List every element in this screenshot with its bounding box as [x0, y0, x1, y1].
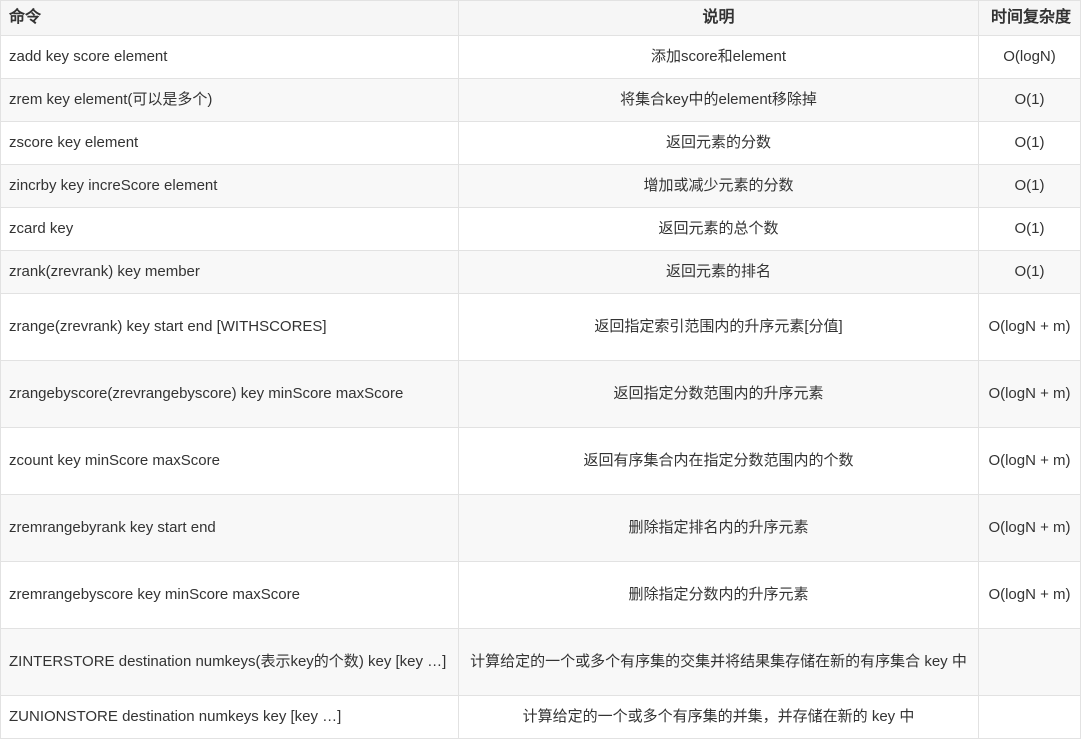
cell-description: 计算给定的一个或多个有序集的交集并将结果集存储在新的有序集合 key 中 — [458, 628, 979, 696]
cell-description: 返回元素的分数 — [458, 121, 979, 165]
table-row: ZINTERSTORE destination numkeys(表示key的个数… — [0, 628, 1081, 696]
cell-complexity: O(1) — [978, 121, 1081, 165]
header-command: 命令 — [0, 0, 459, 36]
table-row: zcard key 返回元素的总个数 O(1) — [0, 207, 1081, 251]
table-row: ZUNIONSTORE destination numkeys key [key… — [0, 695, 1081, 739]
cell-command: ZUNIONSTORE destination numkeys key [key… — [0, 695, 459, 739]
cell-command: zremrangebyrank key start end — [0, 494, 459, 562]
cell-complexity: O(logN + m) — [978, 561, 1081, 629]
cell-command: zrange(zrevrank) key start end [WITHSCOR… — [0, 293, 459, 361]
table-row: zrange(zrevrank) key start end [WITHSCOR… — [0, 293, 1081, 361]
table-row: zremrangebyrank key start end 删除指定排名内的升序… — [0, 494, 1081, 562]
header-complexity: 时间复杂度 — [978, 0, 1081, 36]
table-row: zrem key element(可以是多个) 将集合key中的element移… — [0, 78, 1081, 122]
cell-command: zrem key element(可以是多个) — [0, 78, 459, 122]
table-row: zincrby key increScore element 增加或减少元素的分… — [0, 164, 1081, 208]
table-row: zrank(zrevrank) key member 返回元素的排名 O(1) — [0, 250, 1081, 294]
cell-command: zadd key score element — [0, 35, 459, 79]
table-row: zrangebyscore(zrevrangebyscore) key minS… — [0, 360, 1081, 428]
cell-complexity: O(1) — [978, 250, 1081, 294]
table-row: zadd key score element 添加score和element O… — [0, 35, 1081, 79]
cell-description: 删除指定排名内的升序元素 — [458, 494, 979, 562]
table-row: zcount key minScore maxScore 返回有序集合内在指定分… — [0, 427, 1081, 495]
cell-command: zscore key element — [0, 121, 459, 165]
cell-command: zrank(zrevrank) key member — [0, 250, 459, 294]
cell-complexity: O(logN) — [978, 35, 1081, 79]
cell-complexity: O(1) — [978, 207, 1081, 251]
cell-command: zcard key — [0, 207, 459, 251]
cell-complexity: O(logN + m) — [978, 360, 1081, 428]
cell-complexity: O(logN + m) — [978, 494, 1081, 562]
cell-description: 增加或减少元素的分数 — [458, 164, 979, 208]
cell-command: zrangebyscore(zrevrangebyscore) key minS… — [0, 360, 459, 428]
cell-complexity: O(logN + m) — [978, 427, 1081, 495]
table-row: zscore key element 返回元素的分数 O(1) — [0, 121, 1081, 165]
cell-command: zincrby key increScore element — [0, 164, 459, 208]
cell-description: 返回指定分数范围内的升序元素 — [458, 360, 979, 428]
table-header-row: 命令 说明 时间复杂度 — [0, 0, 1081, 36]
cell-complexity: O(1) — [978, 78, 1081, 122]
cell-description: 删除指定分数内的升序元素 — [458, 561, 979, 629]
cell-description: 添加score和element — [458, 35, 979, 79]
cell-command: zremrangebyscore key minScore maxScore — [0, 561, 459, 629]
cell-complexity: O(logN + m) — [978, 293, 1081, 361]
cell-command: zcount key minScore maxScore — [0, 427, 459, 495]
cell-description: 将集合key中的element移除掉 — [458, 78, 979, 122]
cell-complexity — [978, 695, 1081, 739]
cell-description: 返回指定索引范围内的升序元素[分值] — [458, 293, 979, 361]
table-row: zremrangebyscore key minScore maxScore 删… — [0, 561, 1081, 629]
cell-description: 返回元素的总个数 — [458, 207, 979, 251]
cell-description: 返回元素的排名 — [458, 250, 979, 294]
header-description: 说明 — [458, 0, 979, 36]
cell-complexity — [978, 628, 1081, 696]
cell-complexity: O(1) — [978, 164, 1081, 208]
cell-description: 返回有序集合内在指定分数范围内的个数 — [458, 427, 979, 495]
cell-command: ZINTERSTORE destination numkeys(表示key的个数… — [0, 628, 459, 696]
cell-description: 计算给定的一个或多个有序集的并集，并存储在新的 key 中 — [458, 695, 979, 739]
command-table: 命令 说明 时间复杂度 zadd key score element 添加sco… — [0, 0, 1081, 739]
